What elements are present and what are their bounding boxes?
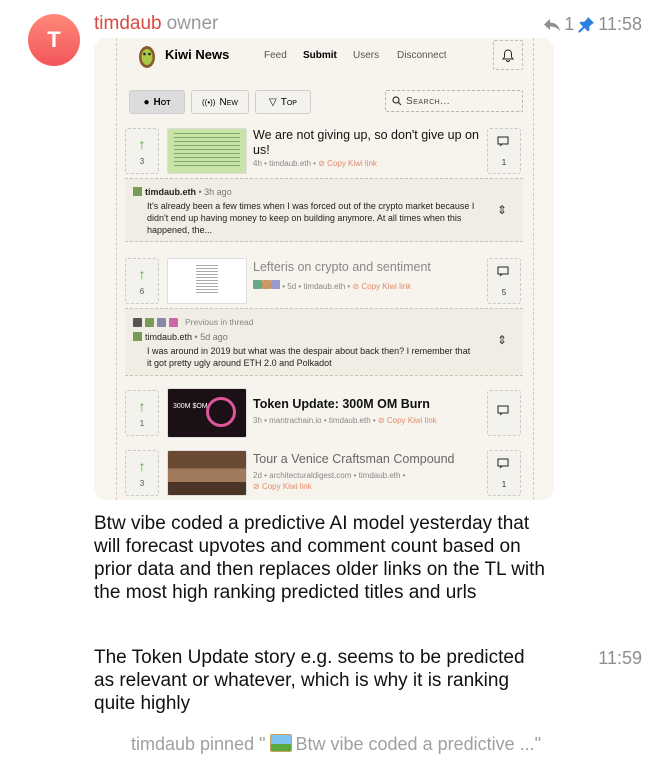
sender-line: timdaub owner: [94, 13, 218, 35]
message-time: 11:58: [598, 14, 642, 34]
story-thumbnail[interactable]: [167, 258, 247, 304]
story-title[interactable]: Tour a Venice Craftsman Compound: [253, 452, 497, 467]
nav-submit[interactable]: Submit: [303, 50, 337, 61]
search-icon: [392, 96, 402, 106]
story-title[interactable]: Lefteris on crypto and sentiment: [253, 260, 497, 275]
copy-link[interactable]: ⊘ Copy Kiwi link: [253, 482, 312, 491]
message-text: The Token Update story e.g. seems to be …: [94, 647, 525, 714]
kiwi-logo-icon: [137, 42, 157, 70]
message-text: Btw vibe coded a predictive AI model yes…: [94, 513, 545, 603]
kiwi-navbar: Kiwi News Feed Submit Users Disconnect: [117, 38, 533, 80]
comment-icon: [497, 404, 511, 422]
attached-screenshot[interactable]: Kiwi News Feed Submit Users Disconnect ●…: [94, 38, 554, 500]
image-icon: [269, 734, 292, 752]
upvote-button[interactable]: ↑ 6: [125, 258, 159, 304]
expand-icon[interactable]: ⇕: [497, 333, 507, 347]
copy-link[interactable]: ⊘ Copy Kiwi link: [318, 159, 377, 168]
pin-icon: [577, 16, 595, 34]
message-time: 11:59: [598, 648, 642, 668]
reply-count: 1: [564, 14, 575, 34]
upvote-arrow-icon: ↑: [138, 135, 146, 152]
sender-role: owner: [166, 13, 219, 34]
search-input[interactable]: Search...: [385, 90, 523, 112]
sender-name[interactable]: timdaub: [94, 13, 162, 34]
avatar[interactable]: T: [28, 14, 80, 66]
previous-in-thread: Previous in thread: [133, 317, 254, 327]
nav-feed[interactable]: Feed: [264, 50, 287, 61]
story-row: ↑ 6 Lefteris on crypto and sentiment • 5…: [121, 256, 529, 304]
preview-user: timdaub.eth • 3h ago: [133, 187, 232, 197]
nav-disconnect[interactable]: Disconnect: [397, 50, 446, 61]
story-meta: • 5d • timdaub.eth • ⊘ Copy Kiwi link: [253, 280, 411, 291]
trophy-icon: ▽: [269, 96, 277, 108]
upvote-arrow-icon: ↑: [138, 457, 146, 474]
story-meta: 2d • architecturaldigest.com • timdaub.e…: [253, 471, 406, 491]
story-row: ↑ 3 We are not giving up, so don't give …: [121, 126, 529, 174]
broadcast-icon: ((•)): [202, 97, 216, 107]
comment-preview[interactable]: Previous in thread timdaub.eth • 5d ago …: [125, 308, 523, 376]
upvote-button[interactable]: ↑ 1: [125, 390, 159, 436]
avatar-icon: [133, 187, 142, 196]
comments-button[interactable]: [487, 390, 521, 436]
tab-top[interactable]: ▽ Top: [255, 90, 311, 114]
story-thumbnail[interactable]: [167, 128, 247, 174]
comment-preview[interactable]: timdaub.eth • 3h ago It's already been a…: [125, 178, 523, 242]
story-meta: 4h • timdaub.eth • ⊘ Copy Kiwi link: [253, 159, 377, 168]
reply-icon[interactable]: [543, 18, 561, 32]
comment-icon: [497, 135, 511, 153]
nav-users[interactable]: Users: [353, 50, 379, 61]
upvote-arrow-icon: ↑: [138, 265, 146, 282]
preview-text: It's already been a few times when I was…: [147, 201, 475, 235]
bell-icon[interactable]: [493, 40, 523, 70]
story-row: ↑ 3 Tour a Venice Craftsman Compound 2d …: [121, 448, 529, 496]
comment-icon: [497, 457, 511, 475]
flame-icon: ●: [143, 96, 150, 108]
upvote-button[interactable]: ↑ 3: [125, 128, 159, 174]
upvote-button[interactable]: ↑ 3: [125, 450, 159, 496]
story-thumbnail[interactable]: 300M $OM: [167, 388, 247, 438]
tab-new[interactable]: ((•)) New: [191, 90, 249, 114]
upvote-arrow-icon: ↑: [138, 397, 146, 414]
story-title[interactable]: We are not giving up, so don't give up o…: [253, 128, 497, 158]
kiwi-brand[interactable]: Kiwi News: [165, 47, 229, 62]
expand-icon[interactable]: ⇕: [497, 203, 507, 217]
comments-button[interactable]: 1: [487, 450, 521, 496]
comments-button[interactable]: 5: [487, 258, 521, 304]
preview-text: I was around in 2019 but what was the de…: [147, 346, 471, 368]
pin-notice[interactable]: timdaub pinned " Btw vibe coded a predict…: [0, 734, 672, 755]
copy-link[interactable]: ⊘ Copy Kiwi link: [352, 282, 411, 291]
story-row: ↑ 1 300M $OM Token Update: 300M OM Burn …: [121, 388, 529, 438]
comment-icon: [497, 265, 511, 283]
copy-link[interactable]: ⊘ Copy Kiwi link: [378, 416, 437, 425]
preview-user: timdaub.eth • 5d ago: [133, 332, 228, 342]
avatar-icon: [133, 332, 142, 341]
tab-hot[interactable]: ● Hot: [129, 90, 185, 114]
kiwi-page: Kiwi News Feed Submit Users Disconnect ●…: [116, 38, 534, 500]
story-title[interactable]: Token Update: 300M OM Burn: [253, 397, 497, 412]
message-meta: 1 11:58: [543, 14, 642, 35]
story-meta: 3h • mantrachain.io • timdaub.eth • ⊘ Co…: [253, 416, 437, 425]
story-thumbnail[interactable]: [167, 450, 247, 496]
comments-button[interactable]: 1: [487, 128, 521, 174]
